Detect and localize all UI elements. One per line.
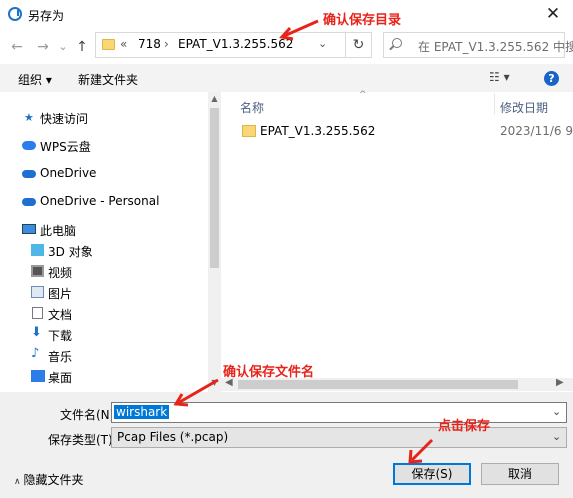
annotation-arrow-directory xyxy=(279,19,319,41)
annotation-arrow-save xyxy=(408,438,434,464)
annotation-arrow-filename xyxy=(173,378,219,407)
annotation-arrows xyxy=(173,19,434,464)
